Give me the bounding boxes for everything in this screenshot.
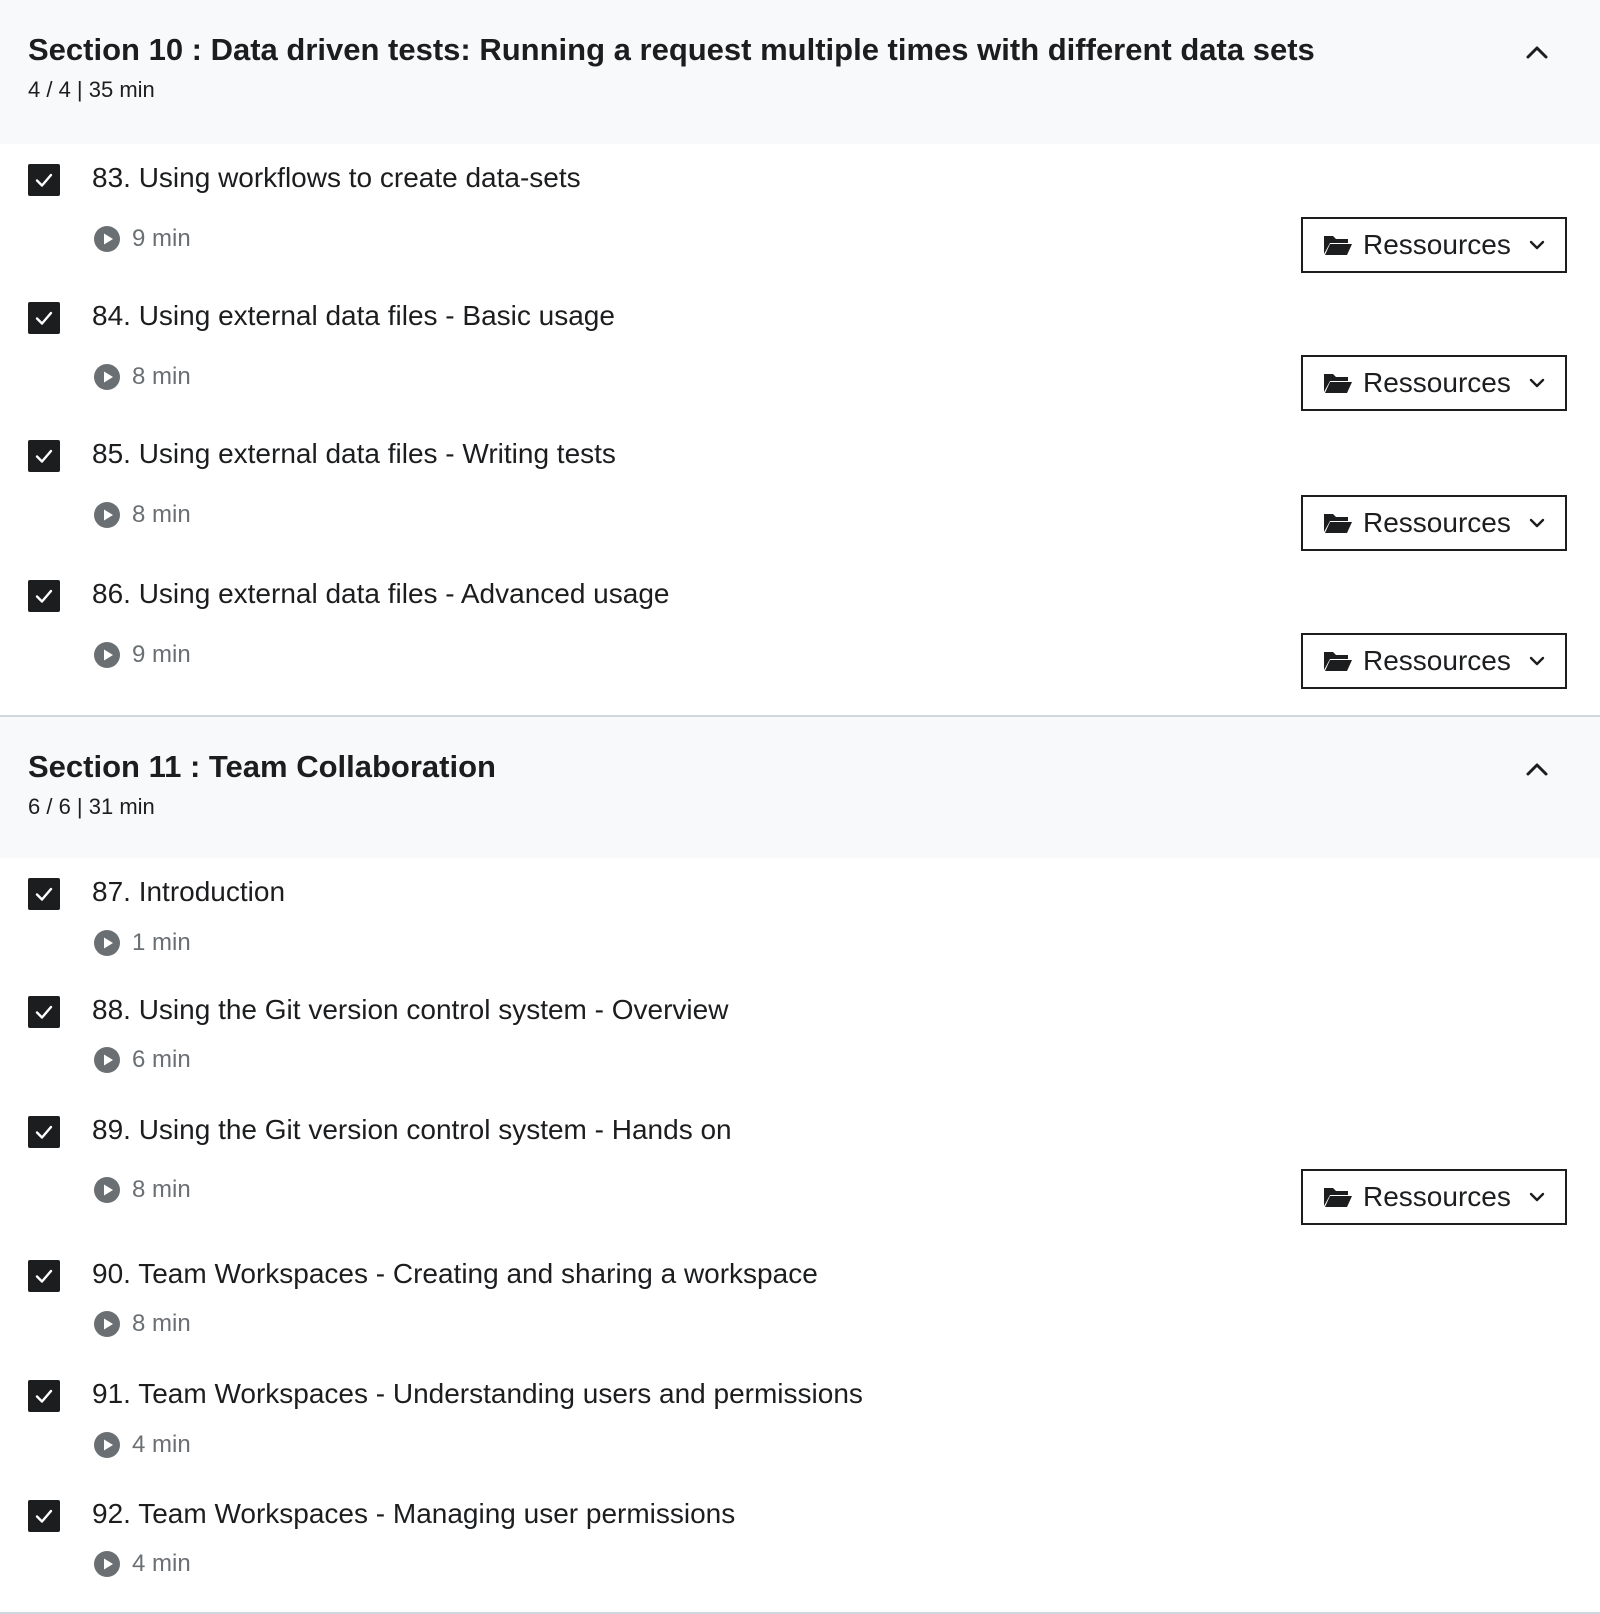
lecture-meta: 8 min [93, 501, 191, 529]
lecture-title[interactable]: 83. Using workflows to create data-sets [92, 160, 581, 196]
lecture-meta: 4 min [93, 1550, 191, 1578]
check-icon[interactable] [28, 1380, 60, 1412]
lecture-item-84[interactable]: 84. Using external data files - Basic us… [0, 286, 1600, 424]
lecture-duration: 8 min [132, 363, 191, 390]
chevron-down-icon [1529, 240, 1545, 250]
lecture-duration: 4 min [132, 1550, 191, 1577]
lecture-duration: 1 min [132, 929, 191, 956]
resources-label: Ressources [1363, 507, 1511, 538]
chevron-down-icon [1529, 518, 1545, 528]
check-icon[interactable] [28, 1260, 60, 1292]
resources-dropdown-button[interactable]: Ressources [1301, 355, 1567, 411]
lecture-item-83[interactable]: 83. Using workflows to create data-sets … [0, 144, 1600, 286]
lecture-duration: 8 min [132, 501, 191, 528]
lecture-title[interactable]: 88. Using the Git version control system… [92, 992, 728, 1028]
folder-open-icon [1324, 374, 1352, 393]
resources-dropdown-button[interactable]: Ressources [1301, 495, 1567, 551]
lecture-meta: 6 min [93, 1046, 191, 1074]
chevron-down-icon [1529, 656, 1545, 666]
lecture-item-87[interactable]: 87. Introduction 1 min [0, 858, 1600, 980]
lecture-item-85[interactable]: 85. Using external data files - Writing … [0, 424, 1600, 564]
lecture-meta: 9 min [93, 641, 191, 669]
lecture-meta: 4 min [93, 1431, 191, 1459]
lecture-meta: 1 min [93, 929, 191, 957]
check-icon[interactable] [28, 302, 60, 334]
lecture-title[interactable]: 87. Introduction [92, 874, 285, 910]
check-icon[interactable] [28, 440, 60, 472]
play-circle-icon [94, 1432, 120, 1458]
lecture-title[interactable]: 84. Using external data files - Basic us… [92, 298, 615, 334]
resources-label: Ressources [1363, 645, 1511, 676]
section-header-11[interactable]: Section 11 : Team Collaboration 6 / 6 | … [0, 715, 1600, 858]
lecture-duration: 6 min [132, 1046, 191, 1073]
play-circle-icon [94, 642, 120, 668]
play-circle-icon [94, 1551, 120, 1577]
folder-open-icon [1324, 514, 1352, 533]
lecture-title[interactable]: 89. Using the Git version control system… [92, 1112, 732, 1148]
folder-open-icon [1324, 1188, 1352, 1207]
lecture-title[interactable]: 90. Team Workspaces - Creating and shari… [92, 1256, 818, 1292]
section-title: Section 11 : Team Collaboration [28, 749, 496, 784]
play-circle-icon [94, 930, 120, 956]
check-icon[interactable] [28, 164, 60, 196]
lecture-item-90[interactable]: 90. Team Workspaces - Creating and shari… [0, 1244, 1600, 1364]
lecture-title[interactable]: 86. Using external data files - Advanced… [92, 576, 669, 612]
lecture-item-91[interactable]: 91. Team Workspaces - Understanding user… [0, 1364, 1600, 1486]
resources-label: Ressources [1363, 367, 1511, 398]
play-circle-icon [94, 1177, 120, 1203]
lecture-title[interactable]: 92. Team Workspaces - Managing user perm… [92, 1496, 735, 1532]
play-circle-icon [94, 1311, 120, 1337]
chevron-up-icon[interactable] [1522, 757, 1552, 781]
lecture-item-88[interactable]: 88. Using the Git version control system… [0, 980, 1600, 1100]
lecture-title[interactable]: 91. Team Workspaces - Understanding user… [92, 1376, 863, 1412]
check-icon[interactable] [28, 996, 60, 1028]
chevron-up-icon[interactable] [1522, 40, 1552, 64]
lecture-duration: 8 min [132, 1176, 191, 1203]
check-icon[interactable] [28, 878, 60, 910]
lecture-duration: 4 min [132, 1431, 191, 1458]
resources-label: Ressources [1363, 229, 1511, 260]
chevron-down-icon [1529, 378, 1545, 388]
lecture-item-86[interactable]: 86. Using external data files - Advanced… [0, 564, 1600, 715]
section-header-10[interactable]: Section 10 : Data driven tests: Running … [0, 0, 1600, 144]
section-progress: 4 / 4 | 35 min [28, 77, 155, 102]
check-icon[interactable] [28, 580, 60, 612]
lecture-duration: 8 min [132, 1310, 191, 1337]
section-progress: 6 / 6 | 31 min [28, 794, 155, 819]
course-curriculum-panel: Section 10 : Data driven tests: Running … [0, 0, 1600, 1614]
lecture-meta: 8 min [93, 363, 191, 391]
lecture-title[interactable]: 85. Using external data files - Writing … [92, 436, 616, 472]
play-circle-icon [94, 364, 120, 390]
lecture-meta: 8 min [93, 1310, 191, 1338]
section-title: Section 10 : Data driven tests: Running … [28, 32, 1315, 67]
resources-dropdown-button[interactable]: Ressources [1301, 1169, 1567, 1225]
lecture-item-92[interactable]: 92. Team Workspaces - Managing user perm… [0, 1486, 1600, 1586]
resources-dropdown-button[interactable]: Ressources [1301, 217, 1567, 273]
resources-dropdown-button[interactable]: Ressources [1301, 633, 1567, 689]
lecture-duration: 9 min [132, 641, 191, 668]
play-circle-icon [94, 502, 120, 528]
chevron-down-icon [1529, 1192, 1545, 1202]
folder-open-icon [1324, 652, 1352, 671]
lecture-item-89[interactable]: 89. Using the Git version control system… [0, 1100, 1600, 1244]
lecture-meta: 8 min [93, 1176, 191, 1204]
lecture-meta: 9 min [93, 225, 191, 253]
resources-label: Ressources [1363, 1181, 1511, 1212]
check-icon[interactable] [28, 1500, 60, 1532]
play-circle-icon [94, 1047, 120, 1073]
lecture-duration: 9 min [132, 225, 191, 252]
folder-open-icon [1324, 236, 1352, 255]
play-circle-icon [94, 226, 120, 252]
check-icon[interactable] [28, 1116, 60, 1148]
